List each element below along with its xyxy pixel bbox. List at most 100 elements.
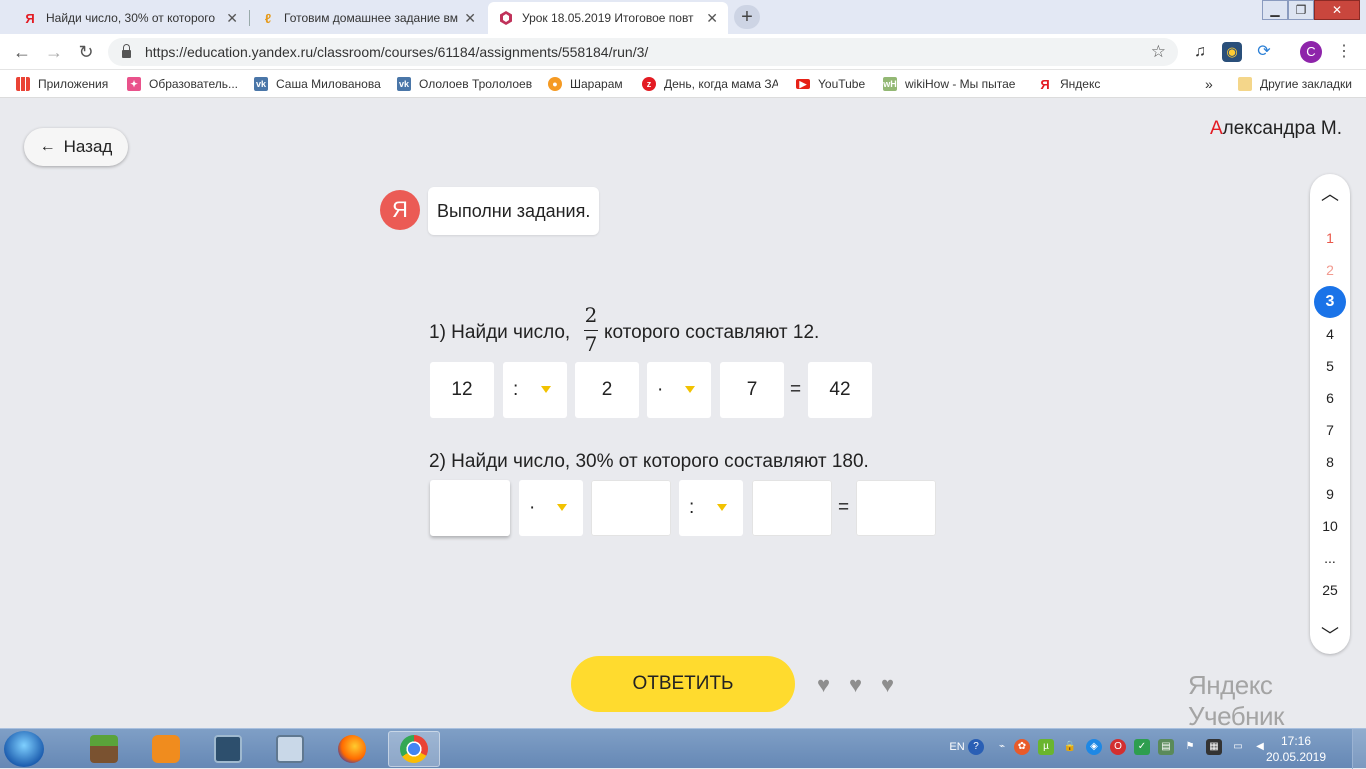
minecraft-icon [90,735,118,763]
profile-avatar[interactable]: С [1300,41,1322,63]
system-clock[interactable]: 17:16 20.05.2019 [1256,733,1336,765]
bookmark-label: YouTube [818,77,866,91]
zen-icon: z [642,77,656,91]
user-name[interactable]: Александра М. [1210,118,1342,140]
task-2-operator-select[interactable]: · [519,480,583,536]
bookmark-label: День, когда мама ЗА [664,77,778,91]
bookmark-vk-1[interactable]: vk Саша Милованова [254,76,381,92]
back-button[interactable]: ← Назад [24,128,128,166]
network-icon[interactable]: ⌁ [994,739,1010,755]
task-1-number-cell[interactable]: 12 [430,362,494,418]
url-bar[interactable]: https://education.yandex.ru/classroom/co… [108,38,1178,66]
shararam-icon: ● [548,77,562,91]
sync-extension-icon[interactable]: ⟳ [1254,42,1274,62]
taskbar-monitor[interactable] [202,731,254,767]
restore-button[interactable]: ❐ [1288,0,1314,20]
close-icon[interactable]: ✕ [706,10,718,27]
menu-icon[interactable]: ⋮ [1334,42,1354,62]
taskbar-media-player[interactable] [140,731,192,767]
pager-item[interactable]: 2 [1314,254,1346,286]
equals-sign: = [838,497,850,518]
new-tab-button[interactable]: + [734,5,760,29]
forward-arrow-icon[interactable]: → [42,40,66,64]
chevron-up-icon[interactable]: ︿ [1310,180,1350,206]
bookmark-yandex[interactable]: Я Яндекс [1038,76,1100,92]
task-1-number-cell[interactable]: 7 [720,362,784,418]
yandex-icon: Я [1040,76,1050,92]
reload-icon[interactable]: ↻ [74,40,98,64]
star-icon[interactable]: ☆ [1151,42,1166,62]
pager-item[interactable]: 4 [1314,318,1346,350]
bookmark-vk-2[interactable]: vk Ололоев Трололоев [397,76,532,92]
help-icon[interactable]: ? [968,739,984,755]
opera-icon[interactable]: O [1110,739,1126,755]
tab-homework[interactable]: ℓ Готовим домашнее задание вм ✕ [250,2,486,34]
music-extension-icon[interactable]: ♫ [1190,42,1210,62]
nvidia-icon[interactable]: ▦ [1206,739,1222,755]
pager-item[interactable]: 5 [1314,350,1346,382]
tab-yandex-search[interactable]: Я Найди число, 30% от которого ✕ [12,2,248,34]
taskbar-firefox[interactable] [326,731,378,767]
task-2-operator-select[interactable]: : [679,480,743,536]
close-icon[interactable]: ✕ [226,10,238,27]
language-indicator[interactable]: EN [946,739,968,755]
minimize-button[interactable]: ▁ [1262,0,1288,20]
pager-item[interactable]: 6 [1314,382,1346,414]
show-desktop-button[interactable] [1352,729,1366,769]
bookmark-edu[interactable]: ✦ Образователь... [127,76,239,92]
back-arrow-icon[interactable]: ← [10,40,34,64]
pager-item[interactable]: 10 [1314,510,1346,542]
task-2-input[interactable] [591,480,671,536]
task-2-input[interactable] [752,480,832,536]
task-1-operator-select[interactable]: · [647,362,711,418]
chevron-down-icon[interactable]: ﹀ [1310,622,1350,648]
tab-title: Готовим домашнее задание вм [284,11,459,25]
bookmark-label: Яндекс [1060,77,1101,91]
windows-taskbar: EN ? ⌁ ✿ µ 🔒 ◈ O ✓ ▤ ⚑ ▦ ▭ ◀ 17:16 20.05… [0,728,1366,769]
tab-title: Найди число, 30% от которого [46,11,216,25]
owl-extension-icon[interactable]: ◉ [1222,42,1242,62]
task-2-result-input[interactable] [856,480,936,536]
antivirus-icon[interactable]: ✓ [1134,739,1150,755]
yandex-icon: Я [25,10,35,26]
display-icon[interactable]: ▭ [1230,739,1246,755]
pager-item[interactable]: 7 [1314,414,1346,446]
task-pager: ︿ 1 2 3 4 5 6 7 8 9 10 ... 25 ﹀ [1310,174,1350,654]
bookmark-zen[interactable]: z День, когда мама ЗА [642,76,778,92]
media-player-icon [152,735,180,763]
taskbar-minecraft[interactable] [78,731,130,767]
lock-tray-icon[interactable]: 🔒 [1062,739,1078,755]
answer-button[interactable]: ОТВЕТИТЬ [571,656,795,712]
flag-icon[interactable]: ⚑ [1182,739,1198,755]
yandex-avatar: Я [380,190,420,230]
bookmark-youtube[interactable]: ▶ YouTube [796,76,865,92]
taskbar-chrome[interactable] [388,731,440,767]
bookmark-label: wikiHow - Мы пытае [905,77,1016,91]
pager-item[interactable]: 8 [1314,446,1346,478]
task-1-number-cell[interactable]: 2 [575,362,639,418]
pager-item[interactable]: 25 [1314,574,1346,606]
bookmark-wikihow[interactable]: wH wikiHow - Мы пытае [883,76,1019,92]
flower-icon[interactable]: ✿ [1014,739,1030,755]
shield-icon[interactable]: ◈ [1086,739,1102,755]
bookmark-label: Другие закладки [1260,77,1352,91]
bookmark-shararam[interactable]: ● Шарарам [548,76,623,92]
more-bookmarks-button[interactable]: » [1205,76,1213,92]
pager-item-current[interactable]: 3 [1314,286,1346,318]
firefox-icon [338,735,366,763]
bookmark-apps[interactable]: Приложения [16,76,108,92]
taskbar-calculator[interactable] [264,731,316,767]
window-close-button[interactable]: ✕ [1314,0,1360,20]
tab-lesson-active[interactable]: Урок 18.05.2019 Итоговое повт ✕ [488,2,728,34]
pager-item[interactable]: 1 [1314,222,1346,254]
task-2-input[interactable] [430,480,510,536]
task-1-operator-select[interactable]: : [503,362,567,418]
utorrent-icon[interactable]: µ [1038,739,1054,755]
task-1-result-cell[interactable]: 42 [808,362,872,418]
pager-item[interactable]: 9 [1314,478,1346,510]
close-icon[interactable]: ✕ [464,10,476,27]
lesson-page: ← Назад Александра М. Я Выполни задания.… [0,98,1366,731]
battery-icon[interactable]: ▤ [1158,739,1174,755]
start-button[interactable] [4,731,44,767]
other-bookmarks-folder[interactable]: Другие закладки [1238,76,1352,92]
